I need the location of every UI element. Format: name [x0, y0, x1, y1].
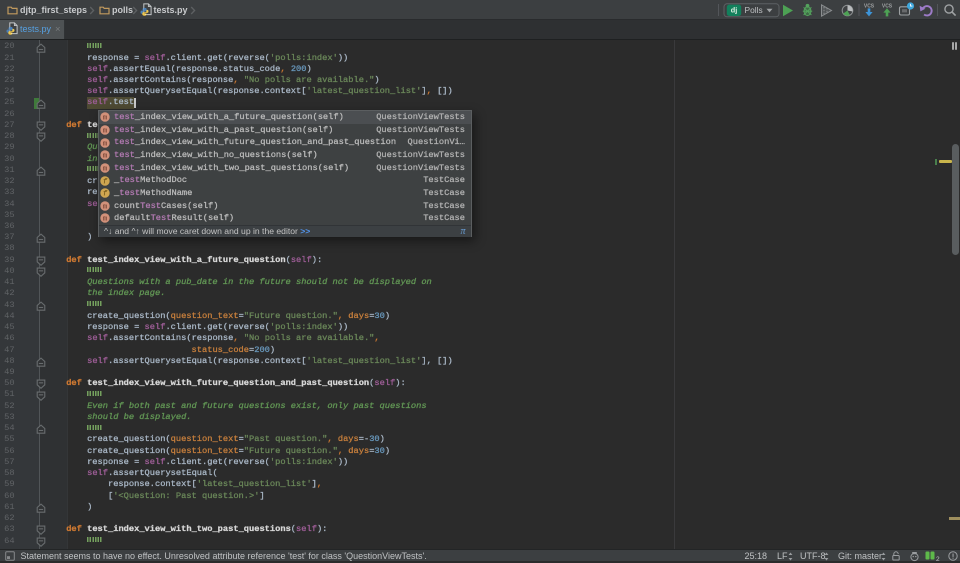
svg-text:m: m	[102, 153, 107, 160]
svg-text:m: m	[102, 165, 107, 172]
svg-text:m: m	[102, 115, 107, 122]
svg-text:dj: dj	[731, 6, 738, 15]
svg-text:m: m	[102, 216, 107, 223]
svg-text:m: m	[102, 128, 107, 135]
svg-text:f: f	[102, 178, 107, 185]
svg-text:VCS: VCS	[882, 3, 893, 9]
svg-text:2: 2	[936, 556, 940, 562]
svg-text:Polls: Polls	[745, 5, 763, 15]
svg-text:f: f	[102, 191, 107, 198]
svg-text:m: m	[102, 140, 107, 147]
svg-text:m: m	[102, 203, 107, 210]
